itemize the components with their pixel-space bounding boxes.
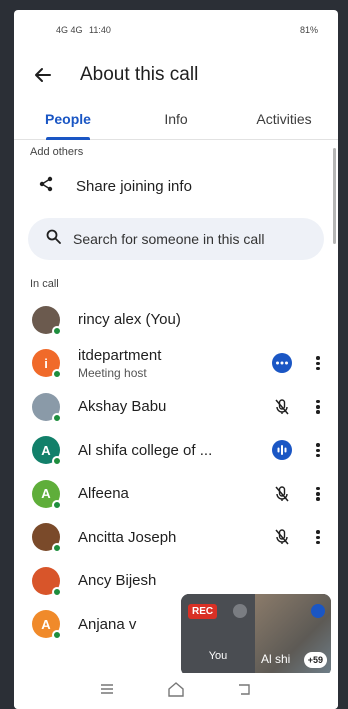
participant-name: Akshay Babu bbox=[78, 398, 167, 416]
in-call-heading: In call bbox=[30, 278, 59, 290]
scrollbar[interactable] bbox=[333, 148, 336, 244]
online-indicator bbox=[52, 325, 62, 336]
search-participants-input[interactable]: Search for someone in this call bbox=[28, 218, 324, 260]
participant-name: Alfeena bbox=[78, 485, 129, 503]
online-indicator bbox=[52, 499, 62, 510]
share-icon bbox=[38, 176, 54, 197]
app-bar: About this call bbox=[14, 50, 338, 100]
phone-screen: 4G 4G 11:40 81% About this call People I… bbox=[14, 10, 338, 709]
avatar bbox=[32, 523, 62, 554]
participant-name: Ancy Bijesh bbox=[78, 572, 157, 590]
page-title: About this call bbox=[80, 64, 199, 85]
share-joining-info-label: Share joining info bbox=[76, 177, 192, 195]
participant-name: Anjana v bbox=[78, 615, 137, 633]
signal-text: 4G 4G bbox=[56, 25, 83, 35]
participant-row[interactable]: rincy alex (You) bbox=[14, 298, 338, 342]
more-options-badge-icon[interactable] bbox=[270, 351, 294, 375]
share-joining-info-row[interactable]: Share joining info bbox=[14, 164, 338, 208]
self-video-tile: REC You bbox=[181, 594, 255, 676]
add-others-heading: Add others bbox=[30, 146, 84, 158]
avatar: A bbox=[32, 610, 62, 641]
speaker-video-tile: Al shi +59 bbox=[255, 594, 331, 676]
mic-off-icon bbox=[233, 604, 247, 618]
search-icon bbox=[46, 229, 61, 249]
participant-row[interactable]: i itdepartment Meeting host bbox=[14, 342, 338, 386]
overflow-menu-icon[interactable] bbox=[312, 397, 324, 417]
online-indicator bbox=[52, 586, 62, 597]
participant-row[interactable]: Akshay Babu bbox=[14, 385, 338, 429]
participant-name: rincy alex (You) bbox=[78, 311, 181, 329]
participant-name: itdepartment bbox=[78, 346, 162, 364]
avatar: A bbox=[32, 436, 62, 467]
self-label: You bbox=[208, 650, 228, 662]
online-indicator bbox=[52, 630, 62, 641]
back-arrow-icon[interactable] bbox=[32, 64, 54, 86]
online-indicator bbox=[52, 369, 62, 380]
overflow-menu-icon[interactable] bbox=[312, 484, 324, 504]
status-time: 11:40 bbox=[89, 25, 111, 35]
online-indicator bbox=[52, 456, 62, 467]
speaking-indicator-icon bbox=[270, 438, 294, 462]
participant-name: Ancitta Joseph bbox=[78, 528, 177, 546]
status-left: 4G 4G 11:40 bbox=[56, 25, 115, 35]
participant-name: Al shifa college of ... bbox=[78, 441, 213, 459]
avatar: i bbox=[32, 349, 62, 380]
avatar: A bbox=[32, 479, 62, 510]
picture-in-picture-window[interactable]: REC You Al shi +59 bbox=[181, 594, 331, 676]
overflow-menu-icon[interactable] bbox=[312, 353, 324, 373]
participant-role: Meeting host bbox=[78, 365, 147, 380]
system-nav-bar bbox=[14, 673, 338, 709]
tab-people[interactable]: People bbox=[14, 100, 122, 139]
avatar bbox=[32, 305, 62, 336]
back-nav-icon[interactable] bbox=[237, 682, 253, 701]
mic-off-icon bbox=[270, 525, 294, 549]
tab-activities[interactable]: Activities bbox=[230, 100, 338, 139]
recents-icon[interactable] bbox=[99, 682, 115, 700]
online-indicator bbox=[52, 412, 62, 423]
battery-text: 81% bbox=[299, 25, 318, 35]
online-indicator bbox=[52, 543, 62, 554]
avatar bbox=[32, 392, 62, 423]
participant-row[interactable]: A Al shifa college of ... bbox=[14, 429, 338, 473]
recording-badge: REC bbox=[188, 604, 218, 619]
participant-count-badge: +59 bbox=[303, 652, 327, 668]
home-icon[interactable] bbox=[166, 681, 186, 702]
tab-bar: People Info Activities bbox=[14, 100, 338, 140]
mic-off-icon bbox=[270, 395, 294, 419]
overflow-menu-icon[interactable] bbox=[312, 440, 324, 460]
speaker-label: Al shi bbox=[261, 652, 291, 666]
speaking-indicator-icon bbox=[311, 604, 325, 618]
tab-info[interactable]: Info bbox=[122, 100, 230, 139]
status-right: 81% bbox=[300, 25, 322, 35]
avatar bbox=[32, 566, 62, 597]
participant-row[interactable]: A Alfeena bbox=[14, 472, 338, 516]
status-bar: 4G 4G 11:40 81% bbox=[14, 10, 338, 50]
mic-off-icon bbox=[270, 482, 294, 506]
participant-row[interactable]: Ancitta Joseph bbox=[14, 516, 338, 560]
overflow-menu-icon[interactable] bbox=[312, 527, 324, 547]
search-placeholder: Search for someone in this call bbox=[73, 231, 265, 247]
